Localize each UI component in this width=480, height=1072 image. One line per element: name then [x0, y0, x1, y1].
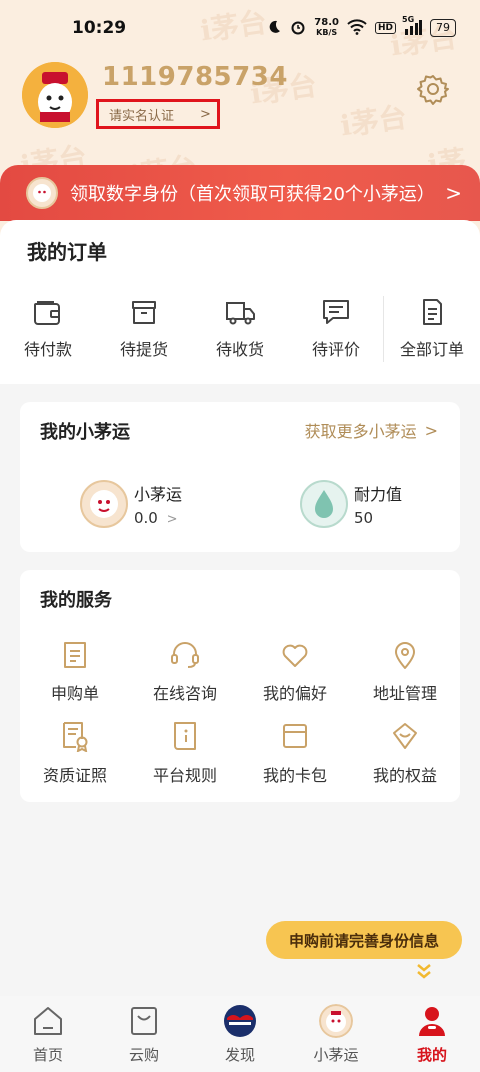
- avatar[interactable]: [22, 62, 88, 128]
- banner-text: 领取数字身份（首次领取可获得20个小茅运）: [70, 184, 435, 205]
- order-label: 待付款: [23, 340, 72, 359]
- service-platform-rules[interactable]: 平台规则: [130, 720, 240, 786]
- get-more-luck-link[interactable]: 获取更多小茅运 >: [305, 418, 438, 442]
- order-pending-receipt[interactable]: 待收货: [192, 298, 288, 360]
- tab-home[interactable]: 首页: [0, 996, 96, 1072]
- headset-icon: [171, 642, 199, 668]
- mascot-avatar-icon: [22, 62, 88, 128]
- stamina-item[interactable]: 耐力值 50: [300, 480, 402, 528]
- truck-icon: [226, 302, 255, 325]
- rulebook-icon: [174, 722, 196, 750]
- certificate-icon: [63, 722, 88, 752]
- wifi-icon: [347, 18, 367, 38]
- verify-identity-link[interactable]: 请实名认证 >: [96, 99, 220, 129]
- location-icon: [395, 642, 415, 669]
- digital-id-banner[interactable]: 领取数字身份（首次领取可获得20个小茅运） >: [0, 165, 480, 221]
- chevron-right-icon: >: [166, 512, 178, 527]
- service-preferences[interactable]: 我的偏好: [240, 640, 350, 704]
- tab-profile[interactable]: 我的: [384, 996, 480, 1072]
- chevron-right-icon: >: [445, 181, 462, 205]
- service-address[interactable]: 地址管理: [350, 640, 460, 704]
- bottom-tab-bar: 首页 云购 发现 小茅运 我的: [0, 996, 480, 1072]
- order-all[interactable]: 全部订单: [384, 298, 480, 360]
- complete-identity-tip[interactable]: 申购前请完善身份信息: [266, 921, 462, 959]
- note-icon: [64, 642, 86, 668]
- order-label: 全部订单: [399, 340, 464, 359]
- order-pending-pickup[interactable]: 待提货: [96, 298, 192, 360]
- signal-icon: 5G: [402, 15, 422, 38]
- stamina-label: 耐力值: [354, 485, 403, 504]
- order-pending-review[interactable]: 待评价: [288, 298, 384, 360]
- hd-badge: HD: [374, 22, 396, 34]
- luck-points-label: 小茅运: [134, 485, 183, 504]
- tab-luck[interactable]: 小茅运: [288, 996, 384, 1072]
- luck-coin-icon: [80, 480, 128, 528]
- service-card-wallet[interactable]: 我的卡包: [240, 720, 350, 786]
- tab-cloud-purchase[interactable]: 云购: [96, 996, 192, 1072]
- discover-icon: [224, 1005, 256, 1037]
- my-services-card: 我的服务 申购单 在线咨询 我的偏好 地址管理 资质证照 平台规则 我的卡包 我…: [20, 570, 460, 802]
- heart-icon: [282, 644, 308, 667]
- benefit-icon: [393, 723, 417, 749]
- orders-title: 我的订单: [27, 240, 107, 264]
- user-id: 1119785734: [102, 62, 288, 92]
- my-luck-card: 我的小茅运 获取更多小茅运 > 小茅运 0.0 > 耐力值 50: [20, 402, 460, 552]
- water-drop-icon: [300, 480, 348, 528]
- gear-icon: [417, 75, 449, 105]
- home-icon: [34, 1007, 62, 1035]
- status-bar: 10:29 78.0 KB/S HD 5G 79: [0, 0, 480, 56]
- order-pending-payment[interactable]: 待付款: [0, 298, 96, 360]
- verify-label: 请实名认证: [109, 108, 175, 124]
- service-qualifications[interactable]: 资质证照: [20, 720, 130, 786]
- service-benefits[interactable]: 我的权益: [350, 720, 460, 786]
- card-icon: [283, 724, 307, 748]
- settings-button[interactable]: [416, 72, 450, 106]
- wallet-icon: [34, 301, 60, 325]
- luck-title: 我的小茅运: [40, 422, 130, 443]
- alarm-icon: [290, 19, 306, 38]
- luck-icon: [319, 1004, 353, 1038]
- status-time: 10:29: [72, 18, 127, 38]
- service-online-consult[interactable]: 在线咨询: [130, 640, 240, 704]
- document-icon: [423, 299, 442, 325]
- double-chevron-down-icon: [416, 962, 432, 980]
- comment-icon: [323, 300, 349, 324]
- services-title: 我的服务: [40, 590, 112, 611]
- stamina-value: 50: [354, 509, 374, 527]
- service-subscription-order[interactable]: 申购单: [20, 640, 130, 704]
- chevron-right-icon: >: [424, 420, 438, 440]
- order-label: 待收货: [215, 340, 264, 359]
- my-orders-section: 我的订单 待付款 待提货 待收货 待评价 全部订单: [0, 220, 480, 384]
- network-speed: 78.0 KB/S: [314, 17, 339, 38]
- order-label: 待评价: [311, 340, 360, 359]
- luck-coin-icon: [26, 177, 58, 209]
- order-label: 待提货: [119, 340, 168, 359]
- moon-icon: [266, 19, 282, 38]
- chevron-right-icon: >: [200, 106, 211, 122]
- luck-points-item[interactable]: 小茅运 0.0 >: [80, 480, 182, 528]
- box-icon: [132, 301, 156, 324]
- tab-discover[interactable]: 发现: [192, 996, 288, 1072]
- bag-icon: [131, 1007, 157, 1035]
- battery-indicator: 79: [430, 19, 456, 37]
- profile-icon: [419, 1007, 445, 1036]
- luck-points-value: 0.0: [134, 509, 158, 527]
